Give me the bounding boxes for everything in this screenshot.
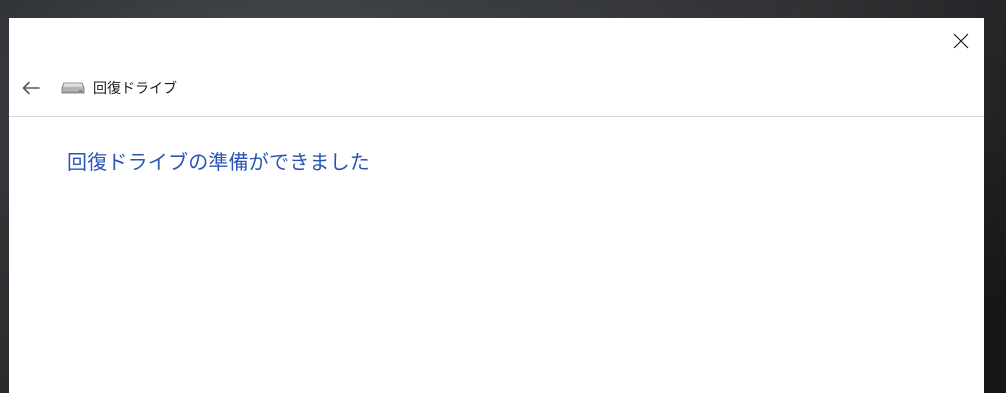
back-button[interactable] [17, 74, 45, 102]
close-icon [953, 33, 969, 49]
header-divider [9, 116, 984, 117]
back-arrow-icon [22, 81, 40, 95]
drive-icon [61, 78, 87, 98]
page-title: 回復ドライブの準備ができました [67, 150, 370, 174]
breadcrumb-label: 回復ドライブ [93, 81, 177, 97]
close-button[interactable] [944, 24, 978, 58]
navigation-bar: 回復ドライブ [9, 70, 984, 106]
recovery-drive-dialog: 回復ドライブ 回復ドライブの準備ができました [9, 18, 984, 393]
